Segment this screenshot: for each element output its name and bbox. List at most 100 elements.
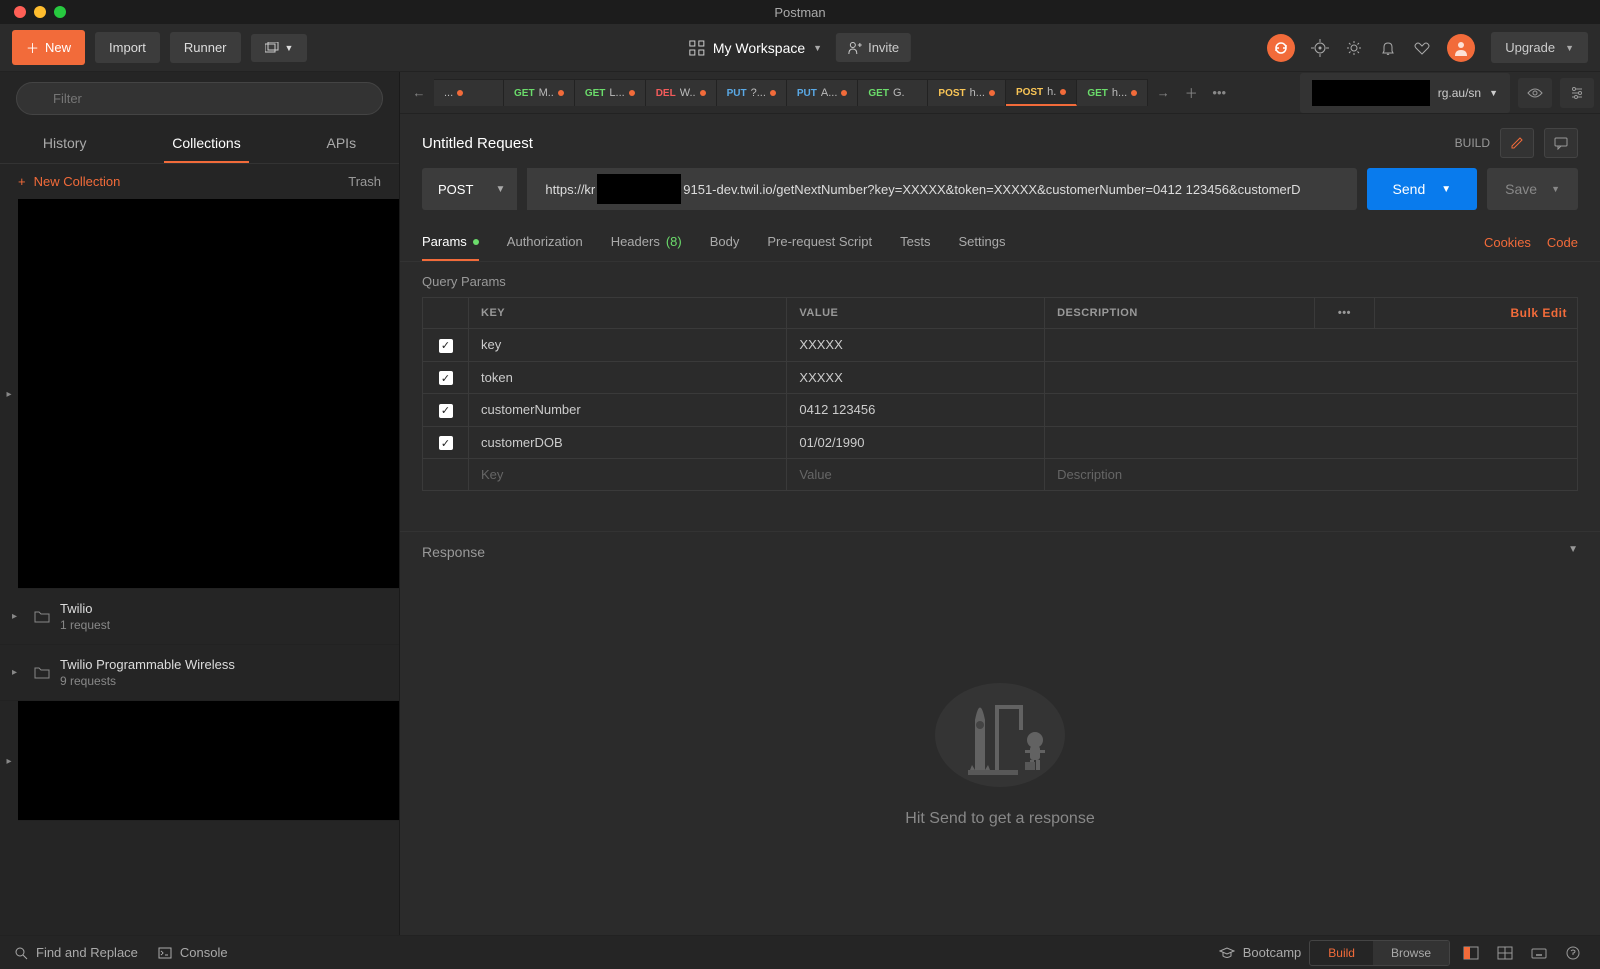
send-button[interactable]: Send ▼ — [1367, 168, 1478, 210]
tab-collections[interactable]: Collections — [164, 125, 248, 163]
tab-settings[interactable]: Settings — [958, 224, 1005, 261]
heart-icon[interactable] — [1413, 39, 1431, 57]
request-tab-active[interactable]: POSTh. — [1006, 79, 1077, 106]
param-desc[interactable] — [1045, 329, 1578, 362]
url-input[interactable]: https://kr 9151-dev.twil.io/getNextNumbe… — [527, 168, 1356, 210]
method-select[interactable]: POST ▼ — [422, 168, 517, 210]
param-value[interactable]: 01/02/1990 — [787, 426, 1045, 459]
save-label: Save — [1505, 181, 1537, 197]
param-key[interactable]: customerNumber — [469, 394, 787, 427]
bulk-edit-link[interactable]: Bulk Edit — [1374, 298, 1577, 329]
chevron-down-icon[interactable]: ▼ — [1568, 544, 1578, 560]
request-tab[interactable]: DELW.. — [646, 79, 717, 106]
layout-icon[interactable] — [1492, 941, 1518, 965]
param-row[interactable]: ✓ customerNumber 0412 123456 — [423, 394, 1578, 427]
request-tab[interactable]: PUTA... — [787, 79, 859, 106]
sidebar-item-twilio-wireless[interactable]: ▸ Twilio Programmable Wireless 9 request… — [0, 645, 399, 701]
edit-button[interactable] — [1500, 128, 1534, 158]
param-row[interactable]: ✓ key XXXXX — [423, 329, 1578, 362]
tab-params[interactable]: Params — [422, 224, 479, 261]
param-desc[interactable] — [1045, 426, 1578, 459]
runner-button[interactable]: Runner — [170, 32, 241, 63]
environment-settings-button[interactable] — [1560, 78, 1594, 108]
request-tabs: ... GETM.. GETL... DELW.. PUT?... PUTA..… — [434, 79, 1148, 106]
tab-prerequest[interactable]: Pre-request Script — [767, 224, 872, 261]
tab-authorization[interactable]: Authorization — [507, 224, 583, 261]
find-replace-button[interactable]: Find and Replace — [14, 945, 138, 960]
sidebar-item-twilio[interactable]: ▸ Twilio 1 request — [0, 589, 399, 645]
checkbox-icon[interactable]: ✓ — [439, 404, 453, 418]
grid-icon — [689, 40, 705, 56]
header-more[interactable]: ••• — [1314, 298, 1374, 329]
close-window-icon[interactable] — [14, 6, 26, 18]
param-key[interactable]: customerDOB — [469, 426, 787, 459]
param-value-placeholder[interactable]: Value — [787, 459, 1045, 491]
sync-button[interactable] — [1267, 34, 1295, 62]
settings-icon[interactable] — [1345, 39, 1363, 57]
keyboard-shortcuts-icon[interactable] — [1526, 941, 1552, 965]
request-tab[interactable]: GETM.. — [504, 79, 575, 106]
cookies-link[interactable]: Cookies — [1484, 235, 1531, 250]
new-tab-button[interactable]: ＋ — [1178, 83, 1204, 102]
request-tab[interactable]: GETG. — [858, 79, 928, 106]
request-tab[interactable]: ... — [434, 79, 504, 106]
user-avatar[interactable] — [1447, 34, 1475, 62]
param-desc[interactable] — [1045, 394, 1578, 427]
capture-icon[interactable] — [1311, 39, 1329, 57]
toggle-build[interactable]: Build — [1310, 941, 1373, 965]
console-button[interactable]: Console — [158, 945, 228, 960]
param-key[interactable]: key — [469, 329, 787, 362]
save-button[interactable]: Save ▼ — [1487, 168, 1578, 210]
upgrade-button[interactable]: Upgrade ▼ — [1491, 32, 1588, 63]
toolbar-right: Upgrade ▼ — [1267, 32, 1588, 63]
tab-headers[interactable]: Headers (8) — [611, 224, 682, 261]
environment-select[interactable]: rg.au/sn ▼ — [1300, 73, 1510, 113]
code-link[interactable]: Code — [1547, 235, 1578, 250]
invite-button[interactable]: Invite — [836, 33, 911, 62]
toggle-browse[interactable]: Browse — [1373, 941, 1449, 965]
trash-button[interactable]: Trash — [348, 174, 381, 189]
checkbox-icon[interactable]: ✓ — [439, 436, 453, 450]
tabs-forward-button[interactable]: → — [1150, 85, 1176, 100]
param-key-placeholder[interactable]: Key — [469, 459, 787, 491]
window-dropdown-button[interactable]: ▼ — [251, 34, 308, 62]
checkbox-icon[interactable]: ✓ — [439, 339, 453, 353]
param-value[interactable]: 0412 123456 — [787, 394, 1045, 427]
help-icon[interactable] — [1560, 941, 1586, 965]
maximize-window-icon[interactable] — [54, 6, 66, 18]
environment-view-button[interactable] — [1518, 78, 1552, 108]
import-button[interactable]: Import — [95, 32, 160, 63]
param-key[interactable]: token — [469, 361, 787, 394]
param-row-new[interactable]: Key Value Description — [423, 459, 1578, 491]
new-collection-button[interactable]: + New Collection — [18, 174, 120, 189]
new-button[interactable]: ＋ New — [12, 30, 85, 65]
request-tab[interactable]: POSTh... — [928, 79, 1006, 106]
param-value[interactable]: XXXXX — [787, 361, 1045, 394]
checkbox-icon[interactable]: ✓ — [439, 371, 453, 385]
tab-tests[interactable]: Tests — [900, 224, 930, 261]
sliders-icon — [1570, 86, 1584, 100]
two-pane-icon[interactable] — [1458, 941, 1484, 965]
tab-apis[interactable]: APIs — [319, 125, 365, 163]
minimize-window-icon[interactable] — [34, 6, 46, 18]
notifications-icon[interactable] — [1379, 39, 1397, 57]
tab-body[interactable]: Body — [710, 224, 740, 261]
param-row[interactable]: ✓ customerDOB 01/02/1990 — [423, 426, 1578, 459]
param-value[interactable]: XXXXX — [787, 329, 1045, 362]
folder-icon — [34, 610, 50, 624]
search-icon — [14, 946, 28, 960]
tab-history[interactable]: History — [35, 125, 95, 163]
request-tab[interactable]: GETL... — [575, 79, 646, 106]
tabs-back-button[interactable]: ← — [406, 85, 432, 100]
build-browse-toggle[interactable]: Build Browse — [1309, 940, 1450, 966]
param-desc-placeholder[interactable]: Description — [1045, 459, 1578, 491]
request-tab[interactable]: GETh... — [1077, 79, 1148, 106]
param-desc[interactable] — [1045, 361, 1578, 394]
sidebar-filter-input[interactable] — [16, 82, 383, 115]
bootcamp-button[interactable]: Bootcamp — [1219, 945, 1302, 960]
workspace-button[interactable]: My Workspace ▼ — [689, 40, 822, 56]
param-row[interactable]: ✓ token XXXXX — [423, 361, 1578, 394]
comments-button[interactable] — [1544, 128, 1578, 158]
tabs-more-button[interactable]: ••• — [1206, 85, 1232, 100]
request-tab[interactable]: PUT?... — [717, 79, 787, 106]
